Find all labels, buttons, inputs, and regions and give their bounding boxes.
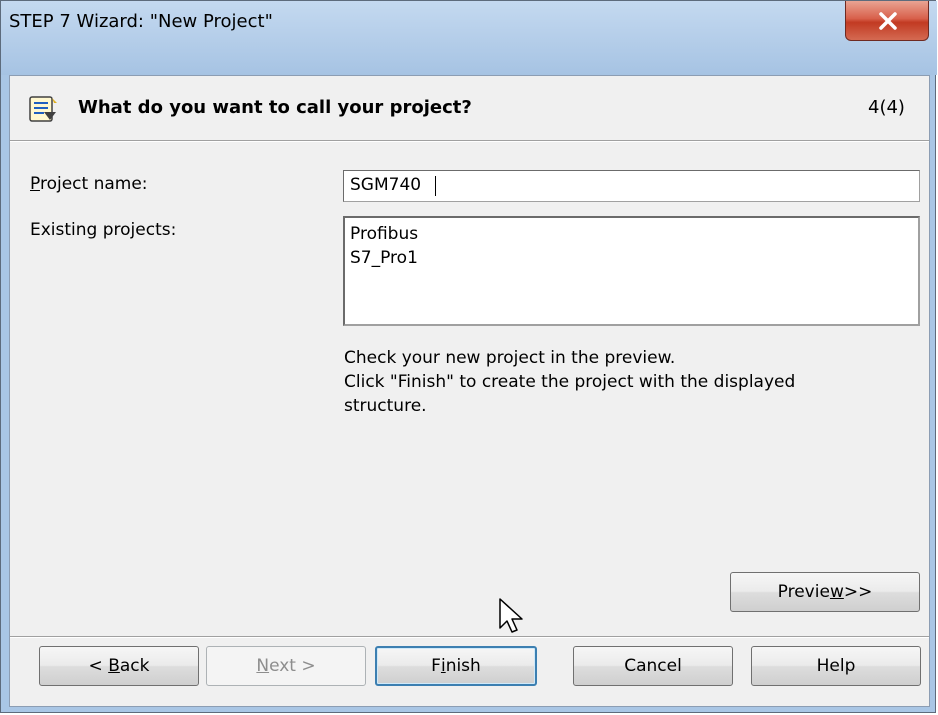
step-indicator: 4(4) bbox=[868, 97, 905, 118]
finish-label: nish bbox=[445, 656, 481, 676]
project-name-input[interactable] bbox=[343, 170, 920, 202]
wizard-question: What do you want to call your project? bbox=[78, 97, 472, 118]
text-caret bbox=[435, 176, 436, 196]
back-mnemonic: B bbox=[108, 656, 120, 676]
footer-divider-highlight bbox=[10, 637, 929, 638]
help-button[interactable]: Help bbox=[751, 646, 921, 686]
back-label-prefix: < bbox=[88, 656, 109, 676]
preview-button[interactable]: Previe w >> bbox=[730, 572, 920, 612]
window-title: STEP 7 Wizard: "New Project" bbox=[9, 11, 273, 32]
preview-label: Previe bbox=[777, 582, 830, 602]
list-item[interactable]: Profibus bbox=[350, 222, 913, 246]
preview-mnemonic: w bbox=[829, 582, 844, 602]
project-name-label: Project name: bbox=[30, 174, 148, 194]
cancel-button[interactable]: Cancel bbox=[573, 646, 733, 686]
close-icon bbox=[879, 12, 897, 30]
close-button[interactable] bbox=[845, 1, 929, 41]
help-label: Help bbox=[816, 656, 856, 676]
project-name-field[interactable] bbox=[344, 171, 910, 199]
next-label: ext > bbox=[269, 656, 316, 676]
info-line: Check your new project in the preview. bbox=[344, 348, 676, 368]
title-bar[interactable]: STEP 7 Wizard: "New Project" bbox=[1, 1, 937, 75]
project-name-label-text: roject name: bbox=[39, 174, 148, 194]
info-text: Check your new project in the preview. C… bbox=[344, 346, 904, 418]
mouse-pointer-icon bbox=[499, 598, 523, 633]
dialog-body: What do you want to call your project? 4… bbox=[9, 75, 930, 707]
info-line: Click "Finish" to create the project wit… bbox=[344, 372, 796, 392]
wizard-icon bbox=[27, 94, 59, 129]
info-line: structure. bbox=[344, 396, 427, 416]
header-divider bbox=[10, 141, 929, 142]
back-label: ack bbox=[119, 656, 150, 676]
cancel-label: Cancel bbox=[624, 656, 682, 676]
existing-projects-label: Existing projects: bbox=[30, 220, 177, 240]
next-button[interactable]: Next > bbox=[206, 646, 366, 686]
back-button[interactable]: < Back bbox=[39, 646, 199, 686]
next-mnemonic: N bbox=[256, 656, 270, 676]
project-name-mnemonic: P bbox=[30, 174, 40, 194]
preview-label-suffix: >> bbox=[843, 582, 873, 602]
finish-label-prefix: F bbox=[431, 656, 441, 676]
wizard-header: What do you want to call your project? 4… bbox=[10, 76, 929, 141]
finish-button[interactable]: Fi nish bbox=[375, 646, 537, 686]
wizard-window: STEP 7 Wizard: "New Project" What do you… bbox=[0, 0, 937, 713]
list-item[interactable]: S7_Pro1 bbox=[350, 246, 913, 270]
existing-projects-list[interactable]: Profibus S7_Pro1 bbox=[343, 216, 920, 326]
